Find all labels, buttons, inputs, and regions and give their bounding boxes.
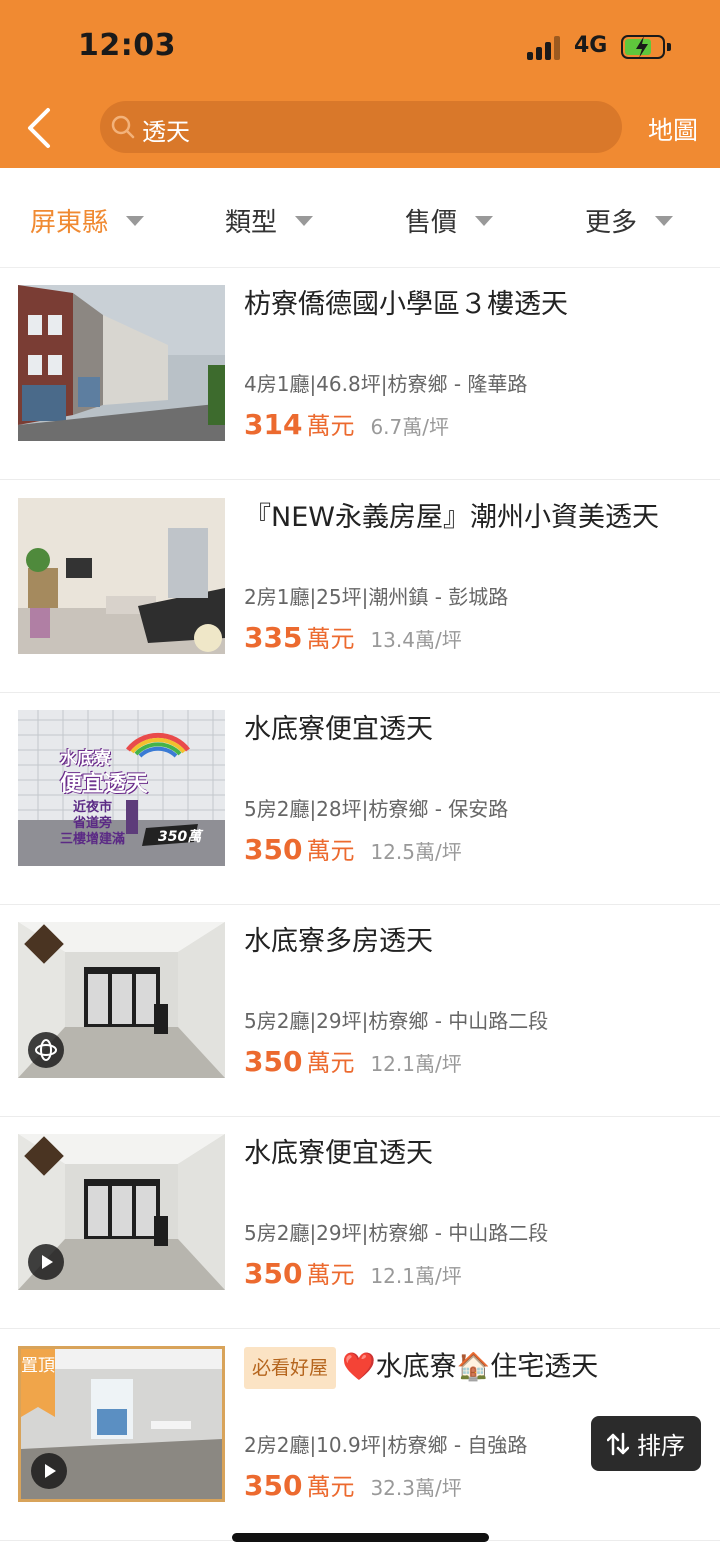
- listing-photo: [18, 285, 225, 441]
- listing-title: ❤️水底寮🏠住宅透天: [342, 1351, 599, 1383]
- listing-price-row: 350 萬元 12.1萬/坪: [244, 1255, 462, 1290]
- price-per-ping: 32.3萬/坪: [370, 1476, 462, 1500]
- listing-photo: 置頂: [18, 1346, 225, 1502]
- listing-price: 350: [244, 1045, 303, 1078]
- price-per-ping: 6.7萬/坪: [370, 415, 449, 439]
- play-video-icon[interactable]: [31, 1453, 67, 1489]
- price-per-ping: 12.5萬/坪: [370, 840, 462, 864]
- caret-down-icon: [295, 215, 314, 226]
- filter-price[interactable]: 售價: [405, 202, 494, 239]
- home-indicator: [232, 1533, 489, 1542]
- filter-type-label: 類型: [225, 208, 278, 238]
- filter-type[interactable]: 類型: [225, 202, 314, 239]
- caret-down-icon: [475, 215, 494, 226]
- vr-360-icon[interactable]: [28, 1032, 64, 1068]
- listing-price: 350: [244, 1469, 303, 1502]
- listing-specs: 2房1廳|25坪|潮州鎮 - 彭城路: [244, 585, 509, 609]
- search-icon: [111, 115, 135, 139]
- sort-label: 排序: [637, 1432, 685, 1460]
- listing-specs: 5房2廳|29坪|枋寮鄉 - 中山路二段: [244, 1009, 549, 1033]
- listing-title-row: 必看好屋 ❤️水底寮🏠住宅透天: [244, 1347, 694, 1389]
- sort-button[interactable]: 排序: [591, 1416, 701, 1471]
- search-input[interactable]: 透天: [100, 101, 622, 153]
- listing-specs: 4房1廳|46.8坪|枋寮鄉 - 隆華路: [244, 372, 528, 396]
- price-unit: 萬元: [306, 412, 355, 440]
- listing-specs: 2房2廳|10.9坪|枋寮鄉 - 自強路: [244, 1433, 528, 1457]
- listing-card[interactable]: 水底寮 便宜透天 近夜市 省道旁 三樓增建滿 350萬 水底寮便宜透天 5房2廳…: [0, 693, 720, 905]
- network-type: 4G: [574, 33, 608, 58]
- listing-price-row: 314 萬元 6.7萬/坪: [244, 406, 449, 441]
- listing-specs: 5房2廳|29坪|枋寮鄉 - 中山路二段: [244, 1221, 549, 1245]
- price-unit: 萬元: [306, 837, 355, 865]
- listing-title: 水底寮便宜透天: [244, 714, 433, 745]
- listing-photo: 水底寮 便宜透天 近夜市 省道旁 三樓增建滿 350萬: [18, 710, 225, 866]
- pinned-label: 置頂: [21, 1349, 55, 1417]
- thumb-caption-2: 便宜透天: [60, 772, 149, 797]
- top-bar: 12:03 4G 透天 地圖: [0, 0, 720, 168]
- listing-price: 335: [244, 621, 303, 654]
- play-video-icon[interactable]: [28, 1244, 64, 1280]
- thumb-caption-5: 三樓增建滿: [60, 832, 126, 847]
- listing-card[interactable]: 枋寮僑德國小學區３樓透天 4房1廳|46.8坪|枋寮鄉 - 隆華路 314 萬元 6…: [0, 268, 720, 480]
- signal-icon: [527, 36, 563, 60]
- filter-more[interactable]: 更多: [585, 202, 674, 239]
- filter-region-label: 屏東縣: [30, 208, 109, 238]
- listing-price-row: 335 萬元 13.4萬/坪: [244, 619, 462, 654]
- listing-title: 『NEW永義房屋』潮州小資美透天: [244, 502, 659, 533]
- price-per-ping: 12.1萬/坪: [370, 1264, 462, 1288]
- listing-specs: 5房2廳|28坪|枋寮鄉 - 保安路: [244, 797, 509, 821]
- listing-photo: [18, 1134, 225, 1290]
- map-button[interactable]: 地圖: [648, 111, 698, 147]
- status-time: 12:03: [78, 28, 176, 63]
- listing-price-row: 350 萬元 12.5萬/坪: [244, 831, 462, 866]
- listing-price-row: 350 萬元 32.3萬/坪: [244, 1467, 462, 1502]
- price-unit: 萬元: [306, 1049, 355, 1077]
- must-see-badge: 必看好屋: [244, 1347, 337, 1389]
- price-per-ping: 12.1萬/坪: [370, 1052, 462, 1076]
- listing-card[interactable]: 『NEW永義房屋』潮州小資美透天 2房1廳|25坪|潮州鎮 - 彭城路 335 萬…: [0, 481, 720, 693]
- price-unit: 萬元: [306, 1473, 355, 1501]
- filter-price-label: 售價: [405, 208, 458, 238]
- filter-region[interactable]: 屏東縣: [30, 202, 145, 239]
- listing-card[interactable]: 水底寮多房透天 5房2廳|29坪|枋寮鄉 - 中山路二段 350 萬元 12.1萬/…: [0, 905, 720, 1117]
- listing-price: 314: [244, 408, 303, 441]
- listing-price: 350: [244, 833, 303, 866]
- battery-icon: [621, 35, 671, 59]
- price-unit: 萬元: [306, 625, 355, 653]
- filter-bar: 屏東縣 類型 售價 更多: [0, 168, 720, 268]
- listing-price: 350: [244, 1257, 303, 1290]
- price-per-ping: 13.4萬/坪: [370, 628, 462, 652]
- listing-photo: [18, 922, 225, 1078]
- caret-down-icon: [655, 215, 674, 226]
- chevron-left-icon: [28, 108, 50, 148]
- listing-title: 枋寮僑德國小學區３樓透天: [244, 289, 568, 320]
- filter-more-label: 更多: [585, 208, 638, 238]
- price-unit: 萬元: [306, 1261, 355, 1289]
- listing-photo: [18, 498, 225, 654]
- listing-title: 水底寮便宜透天: [244, 1138, 433, 1169]
- thumb-price-tag: 350萬: [158, 829, 202, 845]
- listing-price-row: 350 萬元 12.1萬/坪: [244, 1043, 462, 1078]
- listing-title: 水底寮多房透天: [244, 926, 433, 957]
- sort-arrows-icon: [607, 1432, 629, 1455]
- back-button[interactable]: [20, 104, 64, 152]
- listing-card[interactable]: 水底寮便宜透天 5房2廳|29坪|枋寮鄉 - 中山路二段 350 萬元 12.1萬/…: [0, 1117, 720, 1329]
- search-query: 透天: [142, 118, 190, 146]
- caret-down-icon: [126, 215, 145, 226]
